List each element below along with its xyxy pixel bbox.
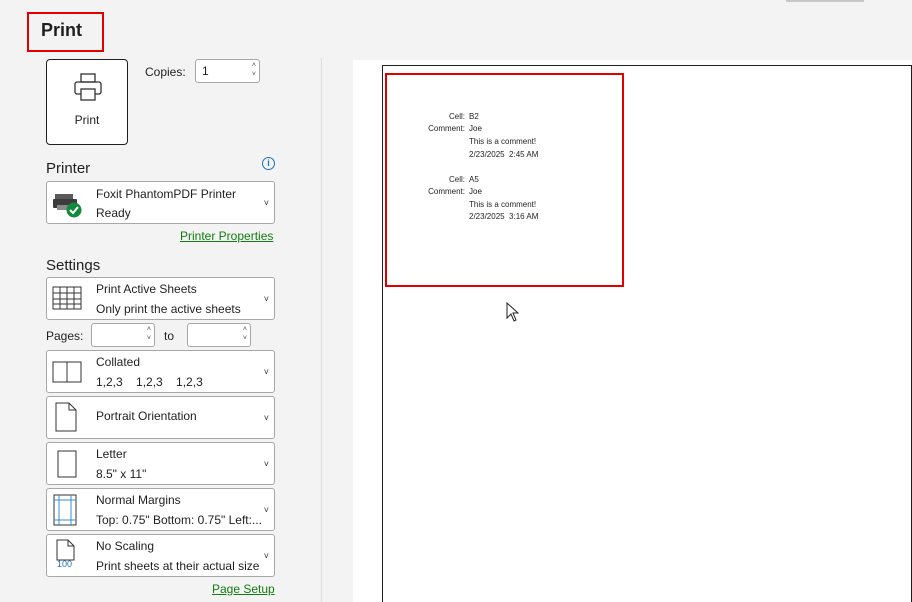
copies-label: Copies: xyxy=(145,65,186,79)
chevron-down-icon: ˅ xyxy=(263,367,269,377)
printer-heading: Printer xyxy=(46,160,91,177)
orientation-select[interactable]: Portrait Orientation ˅ xyxy=(46,396,275,439)
orientation-title: Portrait Orientation xyxy=(96,409,197,423)
chevron-down-icon: ˅ xyxy=(263,413,269,423)
print-what-subtitle: Only print the active sheets xyxy=(96,302,241,316)
copies-value: 1 xyxy=(202,64,209,78)
pages-to-stepper-icon[interactable]: ˄ ˅ xyxy=(243,325,247,343)
scaling-icon-label: 100 xyxy=(57,559,73,569)
margins-title: Normal Margins xyxy=(96,493,181,507)
copies-stepper-icon[interactable]: ˄ ˅ xyxy=(252,61,256,79)
pages-from-input[interactable]: ˄ ˅ xyxy=(91,323,155,347)
scaling-page-icon xyxy=(56,539,75,561)
printer-icon xyxy=(74,73,102,101)
info-icon[interactable]: i xyxy=(262,157,275,170)
top-scroll-indicator xyxy=(786,0,864,2)
margins-select[interactable]: Normal Margins Top: 0.75" Bottom: 0.75" … xyxy=(46,488,275,531)
printer-properties-link[interactable]: Printer Properties xyxy=(180,229,273,243)
collated-icon xyxy=(52,361,82,383)
print-button-label: Print xyxy=(74,113,100,127)
chevron-down-icon: ˅ xyxy=(263,551,269,561)
printer-ready-icon xyxy=(53,194,82,218)
mouse-cursor-icon xyxy=(506,302,520,322)
chevron-down-icon: ˅ xyxy=(263,459,269,469)
page-setup-link[interactable]: Page Setup xyxy=(212,582,275,596)
pages-from-stepper-icon[interactable]: ˄ ˅ xyxy=(147,325,151,343)
printer-name: Foxit PhantomPDF Printer xyxy=(96,187,237,201)
settings-heading: Settings xyxy=(46,257,101,274)
portrait-page-icon xyxy=(55,402,77,432)
sheet-grid-icon xyxy=(52,286,82,310)
preview-highlight-box xyxy=(385,73,624,287)
printer-select[interactable]: Foxit PhantomPDF Printer Ready ˅ xyxy=(46,181,275,224)
collation-subtitle: 1,2,3 1,2,3 1,2,3 xyxy=(96,375,203,389)
paper-size-subtitle: 8.5" x 11" xyxy=(96,467,147,481)
print-what-select[interactable]: Print Active Sheets Only print the activ… xyxy=(46,277,275,320)
scaling-select[interactable]: 100 No Scaling Print sheets at their act… xyxy=(46,534,275,577)
print-what-title: Print Active Sheets xyxy=(96,282,197,296)
printer-status: Ready xyxy=(96,206,131,220)
chevron-down-icon: ˅ xyxy=(263,198,269,208)
pages-to-input[interactable]: ˄ ˅ xyxy=(187,323,251,347)
panel-divider xyxy=(321,58,322,602)
chevron-down-icon: ˅ xyxy=(263,294,269,304)
copies-input[interactable]: 1 ˄ ˅ xyxy=(195,59,260,83)
collation-select[interactable]: Collated 1,2,3 1,2,3 1,2,3 ˅ xyxy=(46,350,275,393)
margins-subtitle: Top: 0.75" Bottom: 0.75" Left:... xyxy=(96,513,262,527)
scaling-title: No Scaling xyxy=(96,539,155,553)
paper-size-title: Letter xyxy=(96,447,127,461)
print-button[interactable]: Print xyxy=(46,59,128,145)
letter-page-icon xyxy=(57,450,77,478)
pages-to-label: to xyxy=(164,329,175,343)
collation-title: Collated xyxy=(96,355,141,369)
page-title: Print xyxy=(41,20,83,40)
chevron-down-icon: ˅ xyxy=(263,505,269,515)
paper-size-select[interactable]: Letter 8.5" x 11" ˅ xyxy=(46,442,275,485)
pages-label: Pages: xyxy=(46,329,84,343)
margins-icon xyxy=(53,494,77,526)
scaling-subtitle: Print sheets at their actual size xyxy=(96,559,260,573)
